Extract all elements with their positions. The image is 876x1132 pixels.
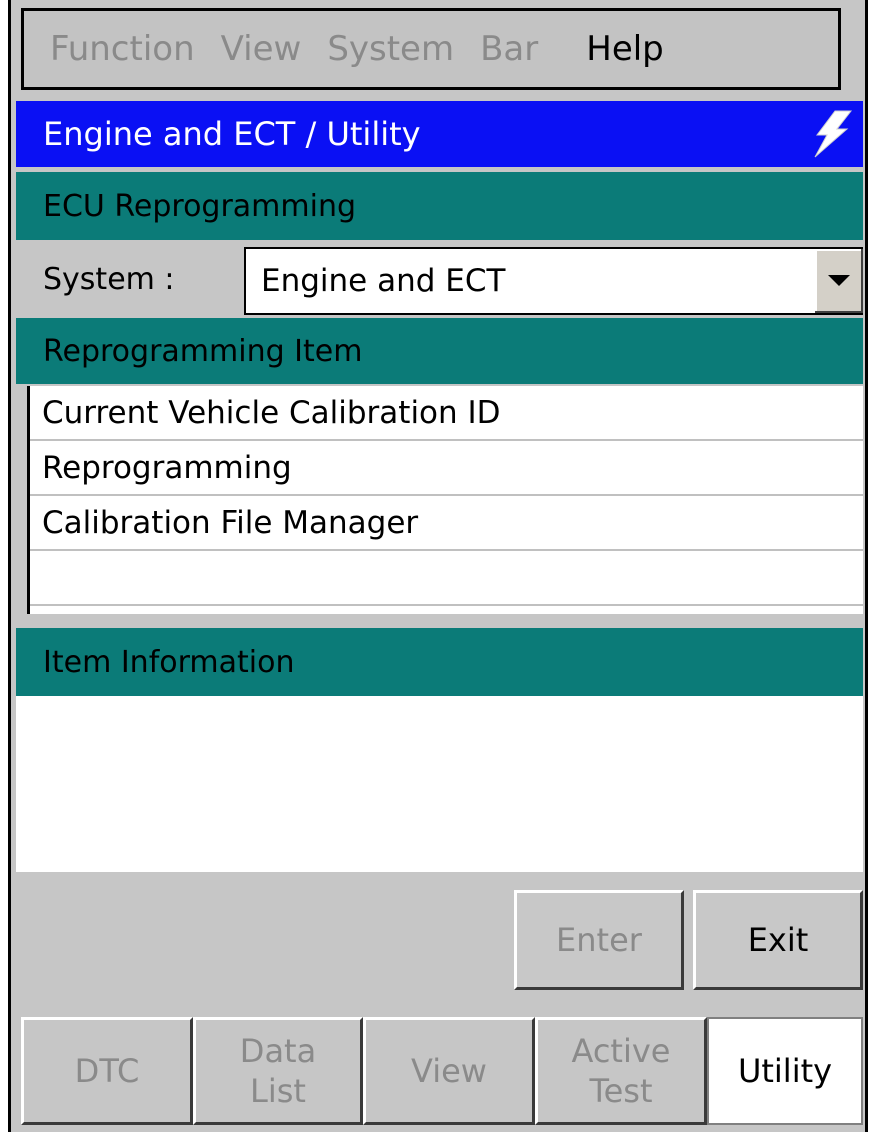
tab-dtc[interactable]: DTC	[21, 1017, 193, 1125]
list-item-calibration-id[interactable]: Current Vehicle Calibration ID	[30, 386, 863, 441]
reprogramming-item-list: Current Vehicle Calibration ID Reprogram…	[27, 386, 863, 614]
section-reprogramming-item: Reprogramming Item	[16, 318, 863, 384]
title-bar: Engine and ECT / Utility	[16, 101, 863, 167]
exit-button-label: Exit	[747, 921, 809, 959]
tab-data-list[interactable]: Data List	[193, 1017, 363, 1125]
enter-button[interactable]: Enter	[514, 890, 684, 990]
system-select[interactable]: Engine and ECT	[244, 247, 863, 315]
section-ecu-reprogramming: ECU Reprogramming	[16, 172, 863, 240]
section-ecu-label: ECU Reprogramming	[43, 188, 357, 224]
tab-active-test[interactable]: Active Test	[535, 1017, 707, 1125]
menu-bar-item[interactable]: Bar	[454, 29, 538, 69]
system-select-value: Engine and ECT	[261, 263, 506, 299]
dropdown-button[interactable]	[813, 249, 863, 313]
section-item-information: Item Information	[16, 628, 863, 696]
tab-utility[interactable]: Utility	[707, 1017, 863, 1125]
tab-view[interactable]: View	[363, 1017, 535, 1125]
exit-button[interactable]: Exit	[693, 890, 863, 990]
list-item-empty	[30, 551, 863, 606]
system-label: System :	[43, 262, 175, 297]
lightning-icon	[809, 109, 853, 167]
menu-help[interactable]: Help	[538, 29, 664, 69]
list-item-file-manager[interactable]: Calibration File Manager	[30, 496, 863, 551]
section-item-label: Reprogramming Item	[43, 333, 363, 369]
chevron-down-icon	[828, 275, 850, 286]
page-title: Engine and ECT / Utility	[43, 115, 421, 153]
menu-system[interactable]: System	[301, 29, 454, 69]
section-info-label: Item Information	[43, 644, 295, 680]
menu-bar: Function View System Bar Help	[21, 8, 841, 90]
menu-function[interactable]: Function	[24, 29, 195, 69]
list-item-reprogramming[interactable]: Reprogramming	[30, 441, 863, 496]
app-window: Function View System Bar Help Engine and…	[8, 0, 868, 1132]
enter-button-label: Enter	[556, 921, 642, 959]
menu-view[interactable]: View	[195, 29, 302, 69]
item-information-panel	[16, 696, 863, 872]
